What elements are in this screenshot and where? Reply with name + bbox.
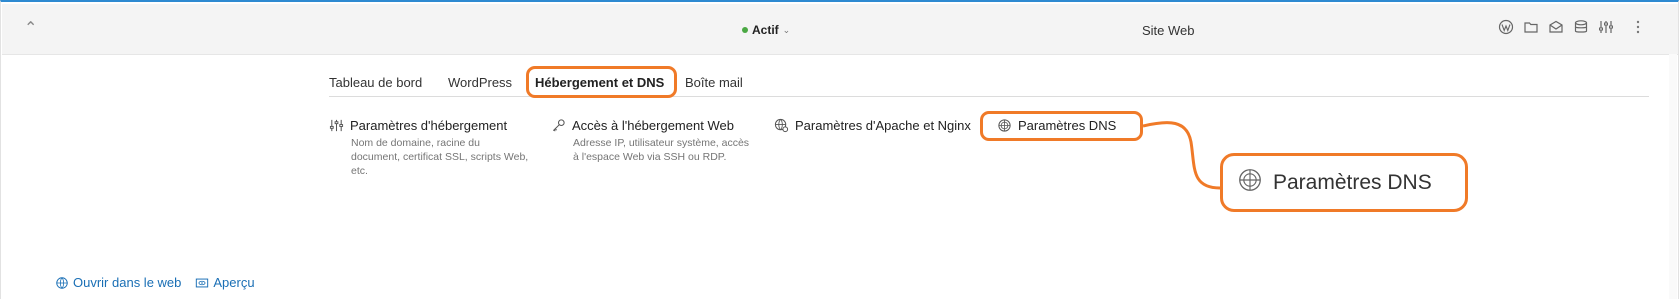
tab-dashboard[interactable]: Tableau de bord bbox=[329, 75, 422, 90]
preview-link[interactable]: Aperçu bbox=[195, 275, 255, 290]
tab-highlight-frame bbox=[526, 66, 677, 98]
settings-sliders-icon[interactable] bbox=[1598, 19, 1614, 35]
zoom-callout: Paramètres DNS bbox=[1220, 153, 1468, 212]
globe-gear-icon bbox=[774, 118, 789, 133]
open-in-web-link[interactable]: Ouvrir dans le web bbox=[55, 275, 181, 290]
wordpress-icon[interactable] bbox=[1498, 19, 1514, 35]
callout-label: Paramètres DNS bbox=[1273, 170, 1432, 194]
desc-line: à l'espace Web via SSH ou RDP. bbox=[573, 151, 727, 163]
globe-icon bbox=[56, 276, 68, 289]
more-options-icon[interactable] bbox=[1635, 19, 1641, 35]
sliders-icon bbox=[329, 118, 344, 133]
web-hosting-access-title: Accès à l'hébergement Web bbox=[572, 118, 734, 133]
status-dropdown[interactable]: Actif ⌄ bbox=[742, 23, 790, 37]
key-icon bbox=[551, 118, 566, 133]
header-toolbar bbox=[1498, 19, 1641, 35]
desc-line: document, certificat SSL, scripts Web, bbox=[351, 151, 529, 163]
tab-wordpress[interactable]: WordPress bbox=[448, 75, 512, 90]
desc-line: Nom de domaine, racine du bbox=[351, 137, 480, 149]
tab-mailbox[interactable]: Boîte mail bbox=[685, 75, 743, 90]
footer-links: Ouvrir dans le web Aperçu bbox=[55, 275, 255, 290]
site-panel: ⌃ Actif ⌄ Site Web Tableau de bord WordP… bbox=[0, 0, 1679, 299]
desc-line: etc. bbox=[351, 165, 368, 177]
web-hosting-access-description: Adresse IP, utilisateur système, accès à… bbox=[573, 136, 749, 164]
status-label: Actif bbox=[752, 23, 779, 37]
web-hosting-access-link[interactable]: Accès à l'hébergement Web Adresse IP, ut… bbox=[551, 118, 749, 164]
database-icon[interactable] bbox=[1573, 19, 1589, 35]
mail-icon[interactable] bbox=[1548, 19, 1564, 35]
site-title: Site Web bbox=[1142, 23, 1195, 38]
site-header-bar: ⌃ Actif ⌄ Site Web bbox=[2, 4, 1678, 55]
dns-highlight-frame bbox=[980, 111, 1143, 141]
desc-line: Adresse IP, utilisateur système, accès bbox=[573, 137, 750, 149]
collapse-caret-icon[interactable]: ⌃ bbox=[24, 18, 37, 38]
folder-icon[interactable] bbox=[1523, 19, 1539, 35]
dns-globe-icon bbox=[1237, 167, 1263, 198]
hosting-settings-description: Nom de domaine, racine du document, cert… bbox=[351, 136, 528, 178]
apache-nginx-settings-link[interactable]: Paramètres d'Apache et Nginx bbox=[774, 118, 971, 133]
open-in-web-label: Ouvrir dans le web bbox=[73, 275, 182, 290]
chevron-down-icon: ⌄ bbox=[782, 24, 791, 35]
scrollbar[interactable] bbox=[1669, 54, 1677, 299]
preview-label: Aperçu bbox=[213, 275, 255, 290]
hosting-settings-link[interactable]: Paramètres d'hébergement Nom de domaine,… bbox=[329, 118, 528, 178]
status-dot-icon bbox=[742, 27, 748, 33]
apache-nginx-settings-title: Paramètres d'Apache et Nginx bbox=[795, 118, 971, 133]
preview-icon bbox=[196, 278, 209, 287]
hosting-settings-title: Paramètres d'hébergement bbox=[350, 118, 508, 133]
